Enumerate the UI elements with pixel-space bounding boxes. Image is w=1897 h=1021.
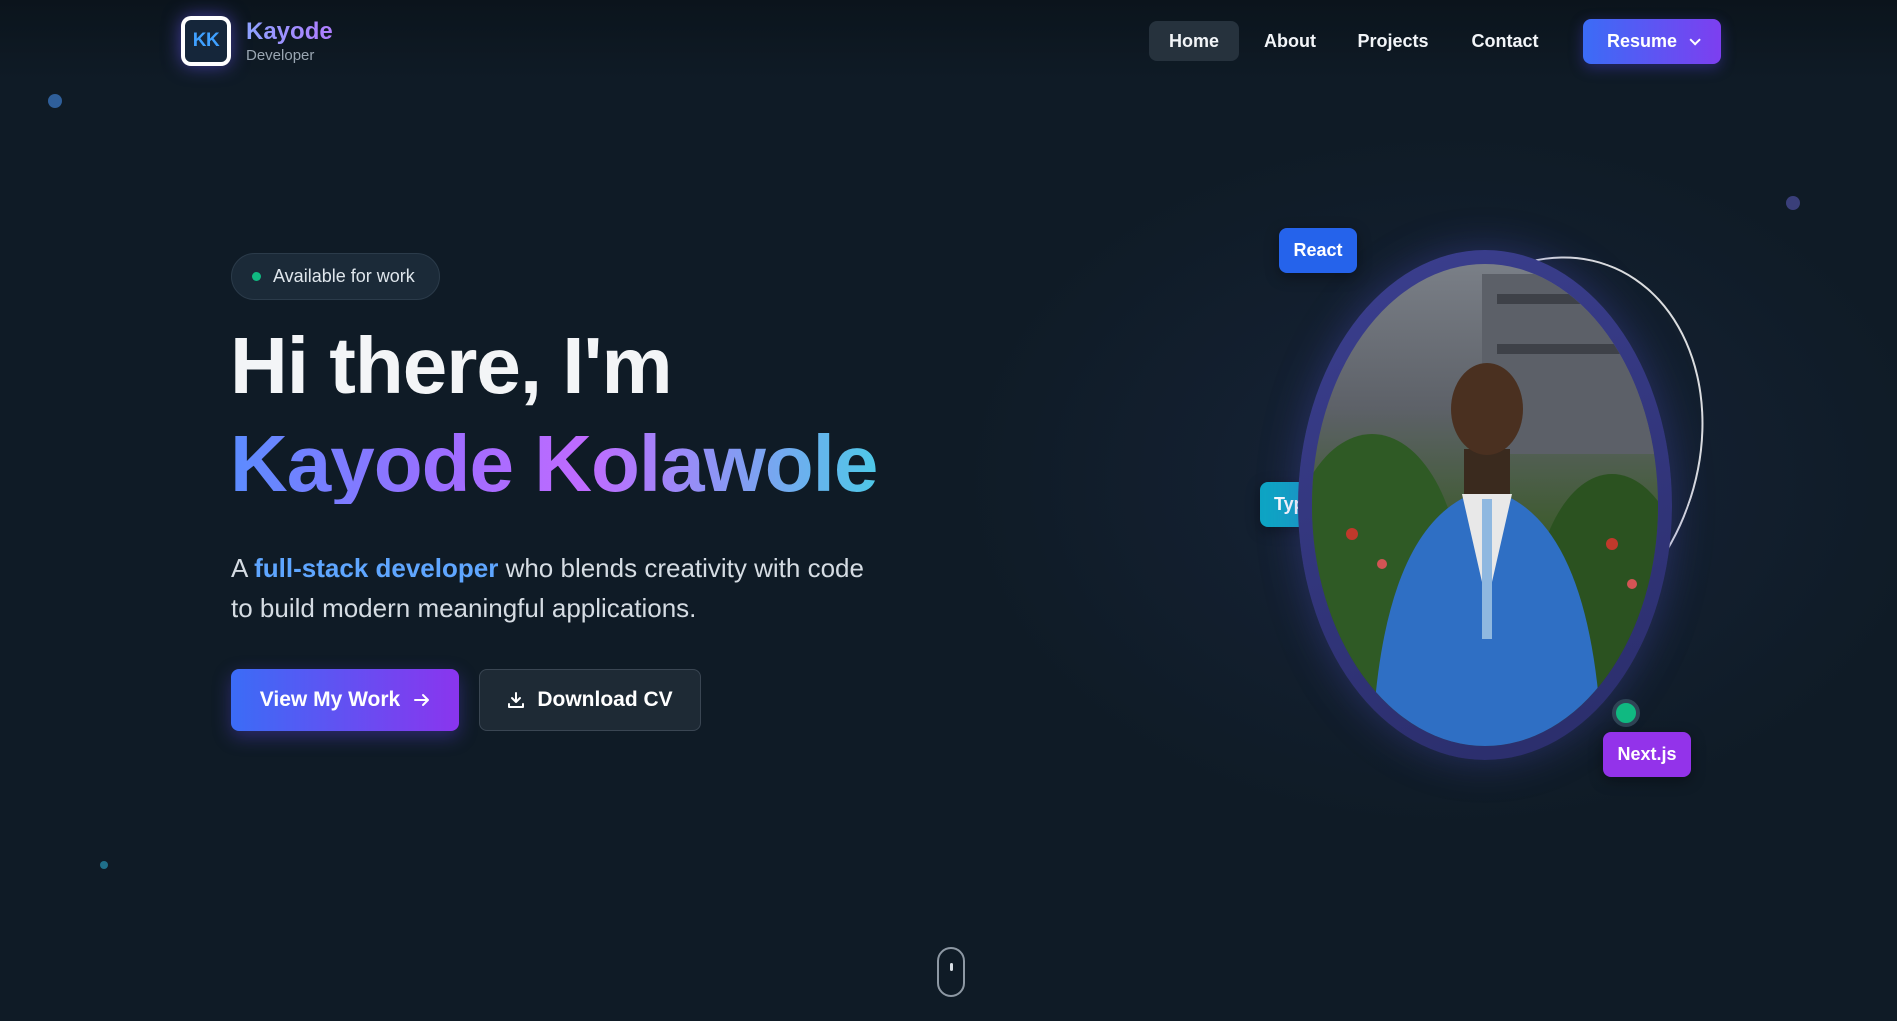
decorative-dot [100,861,108,869]
brand-name[interactable]: Kayode [246,18,333,46]
profile-photo-frame [1298,250,1672,760]
tag-nextjs: Next.js [1603,732,1691,777]
logo[interactable]: KK [181,16,231,66]
decorative-dot [1786,196,1800,210]
view-my-work-button[interactable]: View My Work [231,669,459,731]
hero-greeting: Hi there, I'm [230,321,673,410]
tag-nextjs-label: Next.js [1617,744,1677,764]
decorative-dot [48,94,62,108]
resume-button[interactable]: Resume [1583,19,1721,64]
lead-highlight: full-stack developer [254,553,499,583]
download-icon [508,692,525,708]
availability-badge: Available for work [231,253,440,300]
scroll-indicator-icon[interactable] [937,947,965,997]
scroll-wheel [950,963,953,971]
nav-home[interactable]: Home [1149,21,1239,61]
profile-photo [1312,264,1658,746]
hero-description: A full-stack developer who blends creati… [231,548,871,628]
view-my-work-label: View My Work [259,688,401,711]
lead-prefix: A [231,553,255,583]
hero-name: Kayode Kolawole [230,419,878,508]
availability-text: Available for work [273,266,415,286]
nav-about[interactable]: About [1252,21,1328,61]
download-cv-label: Download CV [537,688,673,711]
tag-react: React [1279,228,1357,273]
chevron-down-icon [1689,33,1701,46]
resume-label: Resume [1606,31,1678,51]
logo-mark: KK [185,20,227,62]
arrow-right-icon [414,694,430,706]
nav-contact[interactable]: Contact [1460,21,1550,61]
nav-projects[interactable]: Projects [1348,21,1438,61]
download-cv-button[interactable]: Download CV [479,669,701,731]
tag-react-label: React [1293,240,1343,260]
person-illustration [1312,274,1658,746]
status-dot-icon [252,272,261,281]
online-status-icon [1612,699,1640,727]
brand-subtitle: Developer [246,47,315,64]
